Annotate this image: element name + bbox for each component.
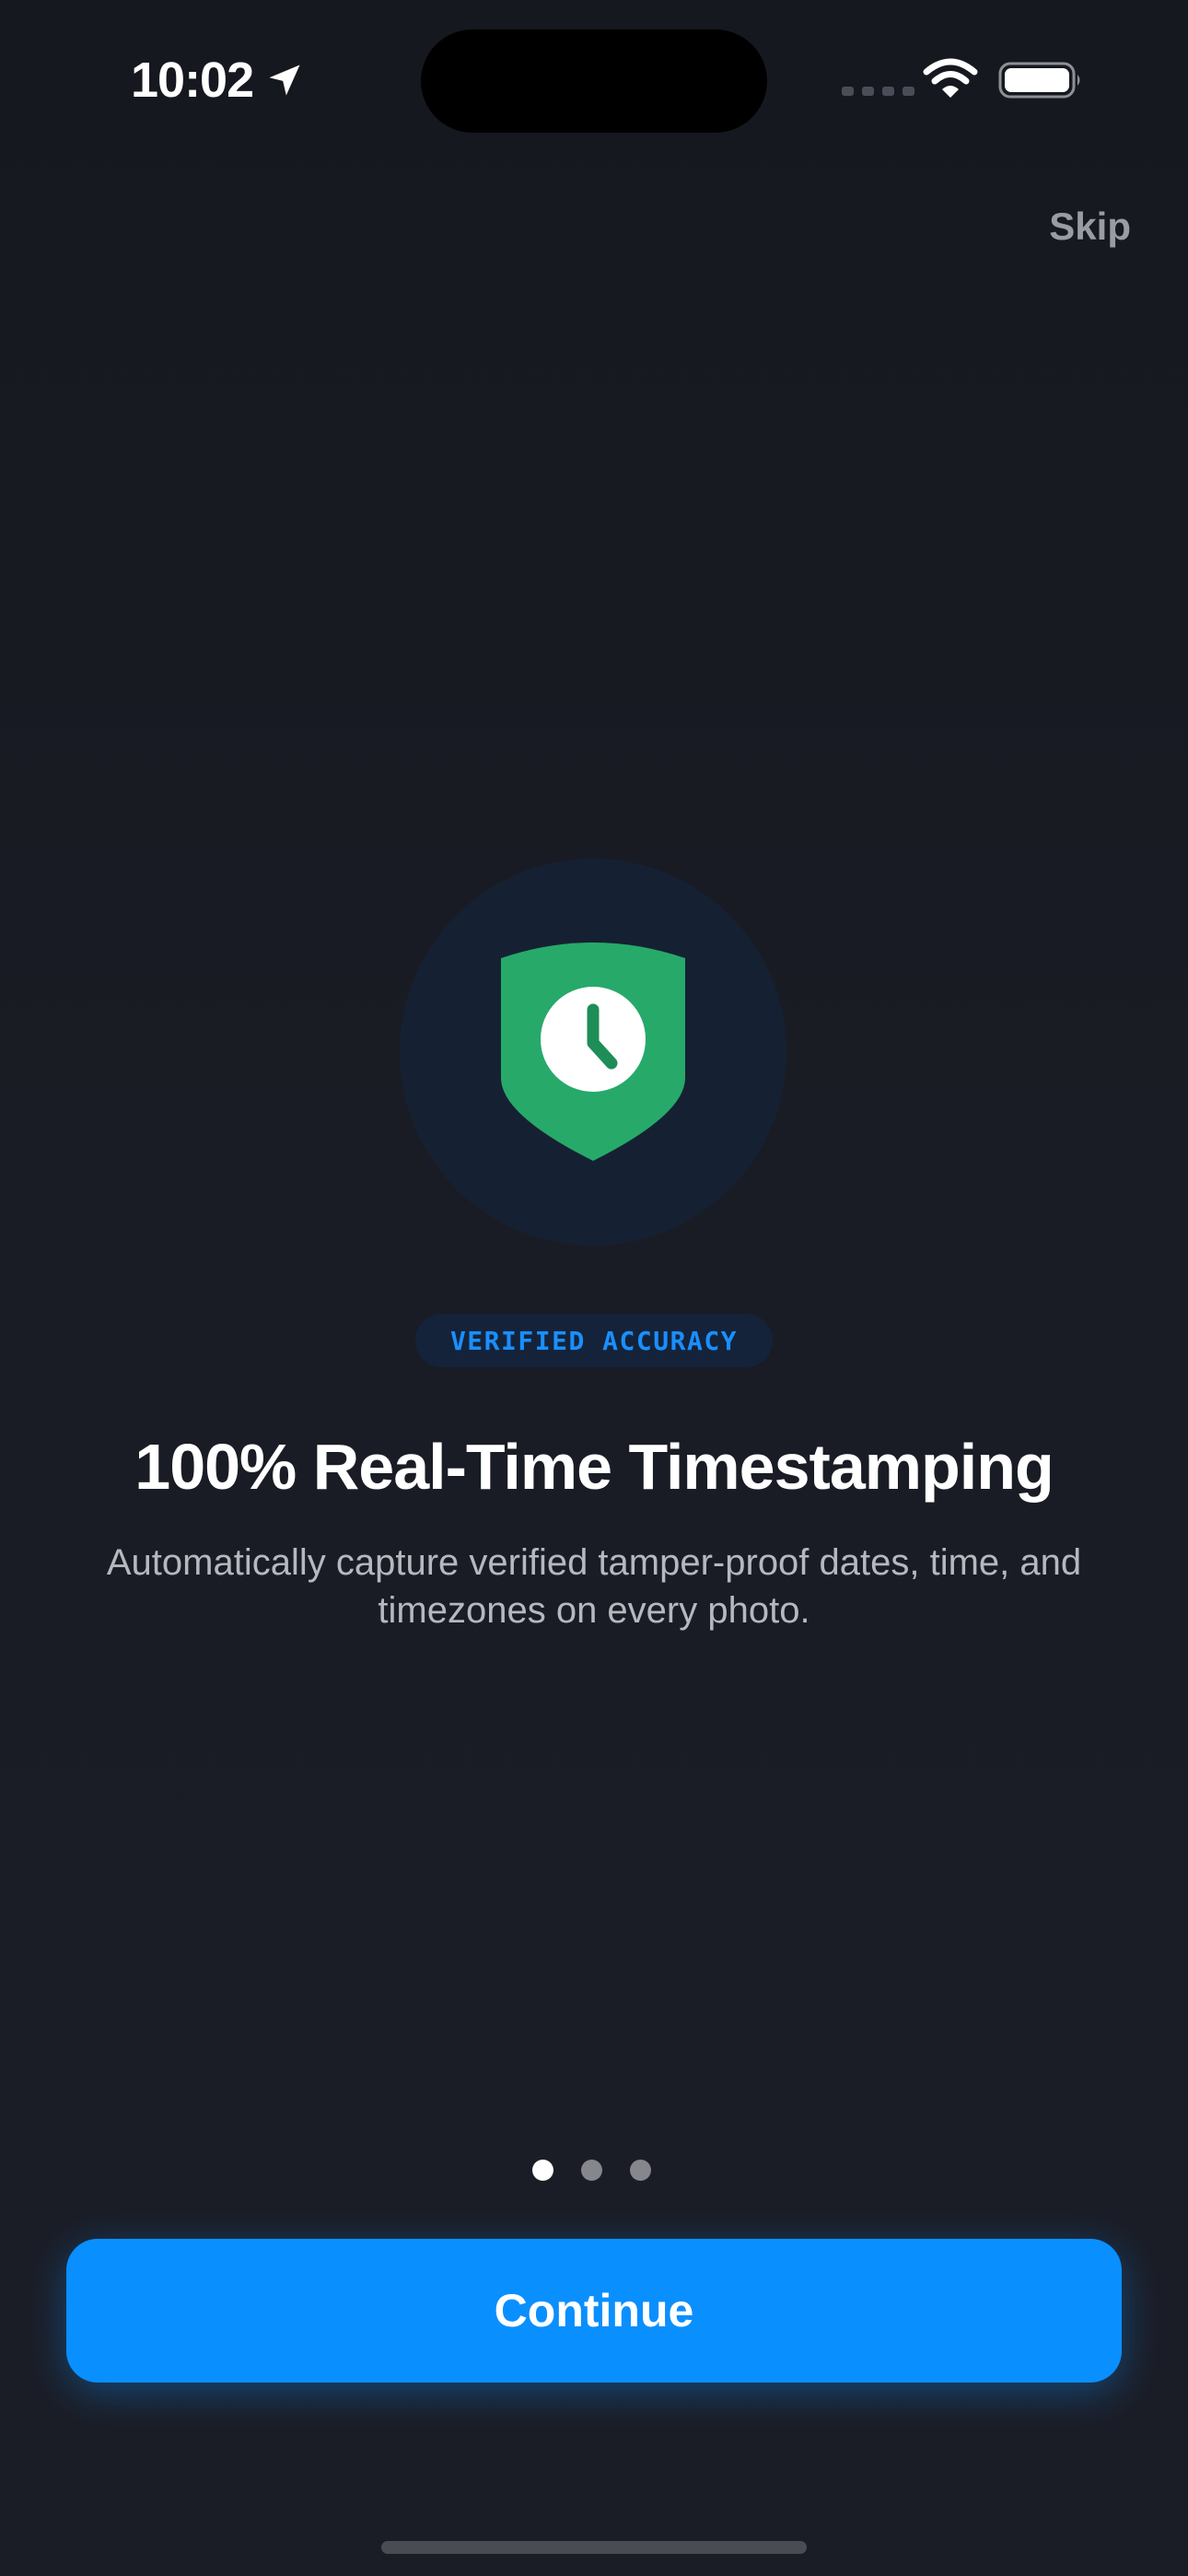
wifi-icon <box>923 58 978 98</box>
page-dot-1[interactable] <box>532 2160 553 2181</box>
battery-icon <box>998 62 1080 99</box>
shield-clock-icon <box>501 943 685 1161</box>
home-indicator <box>381 2541 807 2554</box>
verified-accuracy-badge: VERIFIED ACCURACY <box>415 1314 773 1367</box>
dynamic-island <box>421 29 767 133</box>
page-dot-2[interactable] <box>581 2160 602 2181</box>
skip-button[interactable]: Skip <box>1049 205 1131 249</box>
page-subtitle: Automatically capture verified tamper-pr… <box>106 1542 1082 1631</box>
page-dot-3[interactable] <box>630 2160 651 2181</box>
page-indicator[interactable] <box>532 2160 651 2181</box>
onboarding-screen: 10:02 Skip VERIFIED ACCURACY 100% Real-T… <box>0 0 1188 2576</box>
cellular-signal-icon <box>842 87 914 96</box>
status-bar-time: 10:02 <box>131 48 305 112</box>
continue-button[interactable]: Continue <box>66 2239 1122 2383</box>
page-title: 100% Real-Time Timestamping <box>134 1431 1054 1503</box>
status-time-text: 10:02 <box>131 53 254 108</box>
location-arrow-icon <box>269 64 300 96</box>
